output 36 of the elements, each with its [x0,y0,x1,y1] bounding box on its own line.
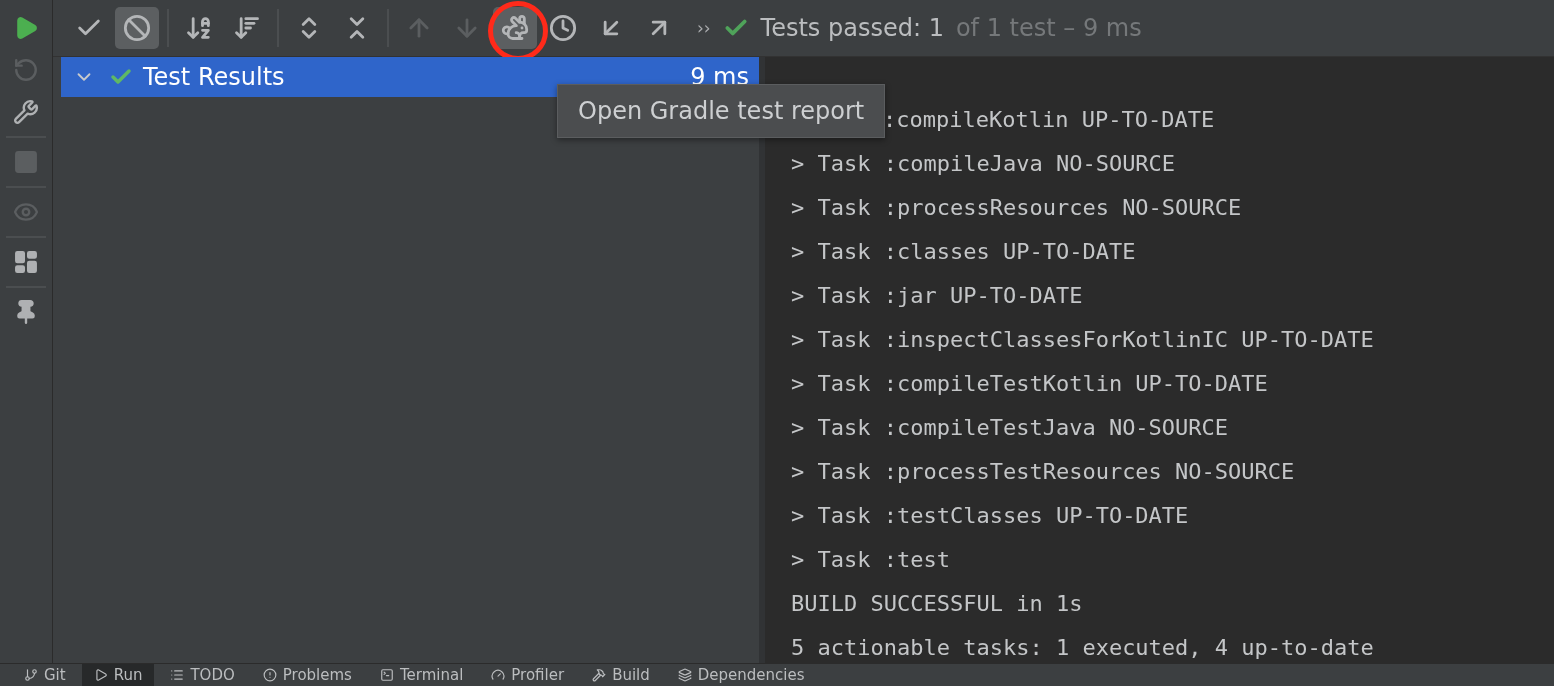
list-icon [170,668,185,682]
tool-window-tab[interactable]: TODO [158,664,247,686]
console-line: > Task :compileTestJava NO-SOURCE [791,415,1229,440]
console-line: > Task :inspectClassesForKotlinIC UP-TO-DATE [791,327,1374,352]
console-line: > Task :compileJava NO-SOURCE [791,151,1176,176]
tree-label: Test Results [143,63,286,91]
terminal-icon [379,668,394,682]
ban-icon[interactable] [115,7,159,49]
console-line: 5 actionable tasks: 1 executed, 4 up-to-date [791,635,1374,660]
gauge-icon [491,668,506,682]
console-line: > Task :compileTestKotlin UP-TO-DATE [791,371,1268,396]
status-detail: of 1 test – 9 ms [955,14,1142,42]
alert-icon [262,668,277,682]
tool-window-tab[interactable]: Problems [250,664,364,686]
console-line: > Task :processResources NO-SOURCE [791,195,1242,220]
tool-window-tab[interactable]: Git [12,664,78,686]
console-line: > Task :test [791,547,950,572]
play-icon [93,668,108,682]
console-line: > Task :processTestResources NO-SOURCE [791,459,1295,484]
more-button[interactable]: ›› [697,18,711,38]
layers-icon [677,668,692,682]
branch-icon [24,668,38,682]
tool-window-tab[interactable]: Profiler [479,664,577,686]
tool-window-tab[interactable]: Run [81,664,155,686]
console-line: :compileKotlin UP-TO-DATE [883,107,1215,132]
status-text: Tests passed: 1 [760,14,944,42]
console-line: BUILD SUCCESSFUL in 1s [791,591,1083,616]
console-line: > Task :testClasses UP-TO-DATE [791,503,1189,528]
console-line: > Task :jar UP-TO-DATE [791,283,1083,308]
animal-icon[interactable] [493,7,537,49]
tool-window-tab[interactable]: Build [580,664,662,686]
tooltip: Open Gradle test report [557,84,886,138]
tool-window-tab[interactable]: Dependencies [665,664,817,686]
hammer-icon [592,668,607,682]
tool-window-tab[interactable]: Terminal [367,664,476,686]
console-line: > Task :classes UP-TO-DATE [791,239,1136,264]
